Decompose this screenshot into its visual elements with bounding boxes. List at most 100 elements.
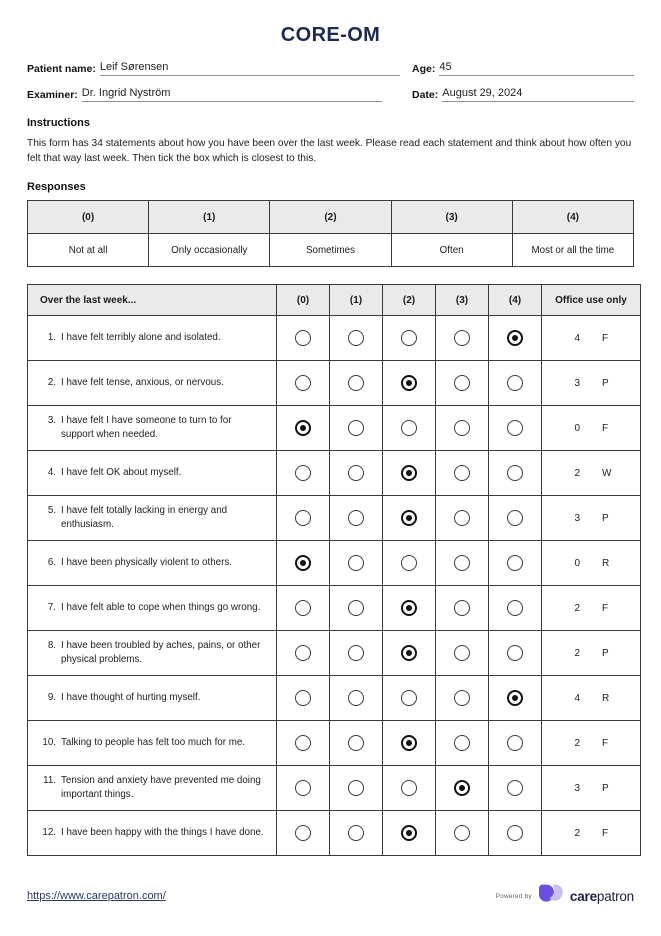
radio-unselected-icon[interactable] xyxy=(454,420,470,436)
radio-selected-icon[interactable] xyxy=(401,825,417,841)
radio-option-1[interactable] xyxy=(329,720,383,766)
radio-unselected-icon[interactable] xyxy=(454,645,470,661)
radio-unselected-icon[interactable] xyxy=(295,510,311,526)
radio-option-4[interactable] xyxy=(488,540,542,586)
radio-option-3[interactable] xyxy=(435,810,489,856)
carepatron-url-link[interactable]: https://www.carepatron.com/ xyxy=(27,890,166,902)
radio-unselected-icon[interactable] xyxy=(507,510,523,526)
radio-unselected-icon[interactable] xyxy=(295,645,311,661)
radio-option-1[interactable] xyxy=(329,315,383,361)
radio-option-4[interactable] xyxy=(488,495,542,541)
radio-option-2[interactable] xyxy=(382,315,436,361)
radio-unselected-icon[interactable] xyxy=(348,735,364,751)
examiner-value[interactable]: Dr. Ingrid Nyström xyxy=(81,87,382,102)
radio-unselected-icon[interactable] xyxy=(507,420,523,436)
radio-option-3[interactable] xyxy=(435,405,489,451)
radio-option-0[interactable] xyxy=(276,810,330,856)
radio-unselected-icon[interactable] xyxy=(348,780,364,796)
date-value[interactable]: August 29, 2024 xyxy=(442,87,634,102)
radio-unselected-icon[interactable] xyxy=(348,330,364,346)
radio-option-4[interactable] xyxy=(488,450,542,496)
radio-option-4[interactable] xyxy=(488,405,542,451)
radio-option-4[interactable] xyxy=(488,720,542,766)
radio-unselected-icon[interactable] xyxy=(295,780,311,796)
radio-unselected-icon[interactable] xyxy=(454,375,470,391)
radio-option-0[interactable] xyxy=(276,765,330,811)
radio-option-4[interactable] xyxy=(488,675,542,721)
radio-unselected-icon[interactable] xyxy=(295,690,311,706)
radio-option-3[interactable] xyxy=(435,765,489,811)
radio-option-2[interactable] xyxy=(382,720,436,766)
radio-selected-icon[interactable] xyxy=(507,330,523,346)
radio-option-1[interactable] xyxy=(329,540,383,586)
radio-unselected-icon[interactable] xyxy=(507,735,523,751)
radio-option-1[interactable] xyxy=(329,630,383,676)
radio-selected-icon[interactable] xyxy=(401,465,417,481)
radio-option-2[interactable] xyxy=(382,360,436,406)
radio-option-0[interactable] xyxy=(276,540,330,586)
radio-unselected-icon[interactable] xyxy=(507,825,523,841)
radio-option-0[interactable] xyxy=(276,450,330,496)
radio-option-0[interactable] xyxy=(276,585,330,631)
radio-unselected-icon[interactable] xyxy=(295,330,311,346)
radio-option-3[interactable] xyxy=(435,495,489,541)
patient-name-field[interactable]: Patient name: Leif Sørensen xyxy=(27,61,412,76)
radio-option-2[interactable] xyxy=(382,675,436,721)
radio-unselected-icon[interactable] xyxy=(454,735,470,751)
radio-option-2[interactable] xyxy=(382,585,436,631)
radio-unselected-icon[interactable] xyxy=(401,780,417,796)
radio-option-3[interactable] xyxy=(435,675,489,721)
radio-option-0[interactable] xyxy=(276,405,330,451)
radio-unselected-icon[interactable] xyxy=(295,735,311,751)
radio-unselected-icon[interactable] xyxy=(295,825,311,841)
radio-option-1[interactable] xyxy=(329,810,383,856)
radio-unselected-icon[interactable] xyxy=(454,465,470,481)
radio-option-1[interactable] xyxy=(329,765,383,811)
radio-unselected-icon[interactable] xyxy=(401,420,417,436)
radio-unselected-icon[interactable] xyxy=(348,510,364,526)
radio-unselected-icon[interactable] xyxy=(348,600,364,616)
radio-unselected-icon[interactable] xyxy=(348,690,364,706)
radio-selected-icon[interactable] xyxy=(454,780,470,796)
radio-unselected-icon[interactable] xyxy=(454,510,470,526)
radio-option-2[interactable] xyxy=(382,405,436,451)
radio-selected-icon[interactable] xyxy=(401,735,417,751)
radio-option-1[interactable] xyxy=(329,450,383,496)
radio-selected-icon[interactable] xyxy=(401,375,417,391)
radio-unselected-icon[interactable] xyxy=(507,600,523,616)
radio-option-4[interactable] xyxy=(488,810,542,856)
radio-option-3[interactable] xyxy=(435,450,489,496)
radio-option-3[interactable] xyxy=(435,540,489,586)
radio-option-0[interactable] xyxy=(276,495,330,541)
radio-option-1[interactable] xyxy=(329,405,383,451)
radio-unselected-icon[interactable] xyxy=(507,555,523,571)
radio-option-1[interactable] xyxy=(329,495,383,541)
radio-option-2[interactable] xyxy=(382,630,436,676)
radio-option-3[interactable] xyxy=(435,585,489,631)
radio-unselected-icon[interactable] xyxy=(295,375,311,391)
radio-unselected-icon[interactable] xyxy=(454,825,470,841)
radio-unselected-icon[interactable] xyxy=(454,690,470,706)
radio-selected-icon[interactable] xyxy=(295,555,311,571)
radio-selected-icon[interactable] xyxy=(401,645,417,661)
radio-option-0[interactable] xyxy=(276,360,330,406)
age-value[interactable]: 45 xyxy=(439,61,634,76)
radio-unselected-icon[interactable] xyxy=(507,780,523,796)
radio-unselected-icon[interactable] xyxy=(401,555,417,571)
radio-selected-icon[interactable] xyxy=(401,510,417,526)
radio-unselected-icon[interactable] xyxy=(348,420,364,436)
radio-option-4[interactable] xyxy=(488,765,542,811)
radio-option-2[interactable] xyxy=(382,765,436,811)
radio-unselected-icon[interactable] xyxy=(348,465,364,481)
examiner-field[interactable]: Examiner: Dr. Ingrid Nyström xyxy=(27,87,412,102)
radio-option-3[interactable] xyxy=(435,315,489,361)
radio-unselected-icon[interactable] xyxy=(348,645,364,661)
radio-unselected-icon[interactable] xyxy=(348,825,364,841)
age-field[interactable]: Age: 45 xyxy=(412,61,634,76)
radio-unselected-icon[interactable] xyxy=(295,600,311,616)
radio-option-1[interactable] xyxy=(329,585,383,631)
radio-option-3[interactable] xyxy=(435,360,489,406)
radio-unselected-icon[interactable] xyxy=(507,465,523,481)
radio-option-2[interactable] xyxy=(382,540,436,586)
radio-option-2[interactable] xyxy=(382,450,436,496)
